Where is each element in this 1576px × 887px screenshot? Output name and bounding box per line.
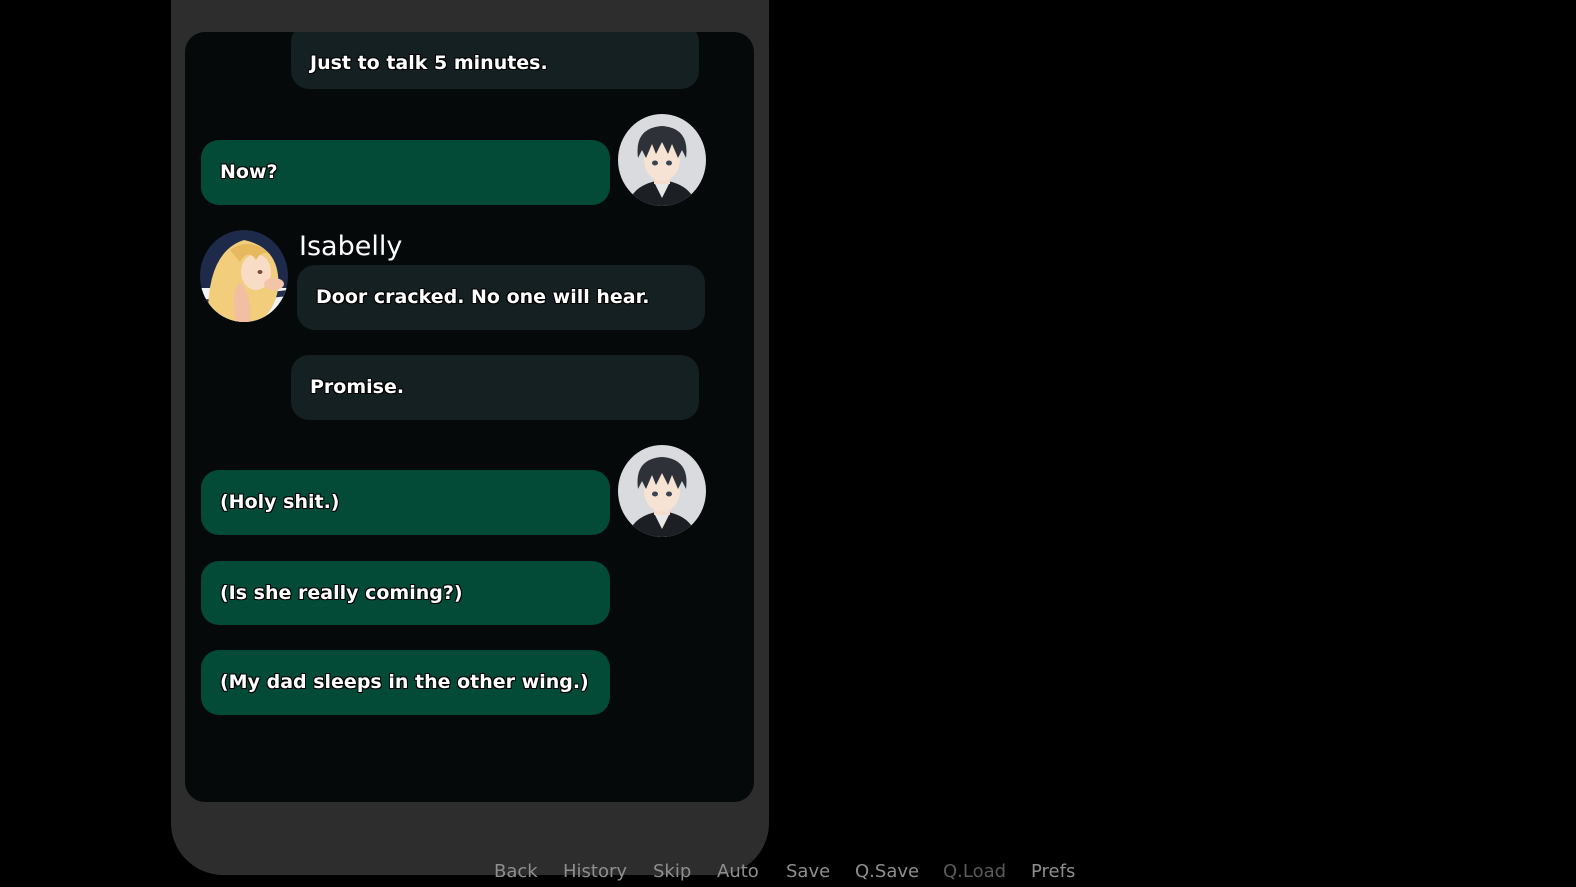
quick-menu: Back History Skip Auto Save Q.Save Q.Loa… (0, 858, 1576, 887)
quick-save-button[interactable]: Q.Save (855, 858, 919, 885)
message-bubble-outgoing: (Holy shit.) (201, 470, 610, 535)
isabelly-avatar-icon (200, 230, 288, 322)
prefs-button[interactable]: Prefs (1031, 858, 1075, 885)
message-bubble-outgoing: Now? (201, 140, 610, 205)
back-button[interactable]: Back (494, 858, 538, 885)
message-bubble-incoming: Promise. (291, 355, 699, 420)
skip-button[interactable]: Skip (653, 858, 691, 885)
sender-name: Isabelly (299, 231, 403, 262)
save-button[interactable]: Save (786, 858, 830, 885)
history-button[interactable]: History (563, 858, 627, 885)
quick-load-button[interactable]: Q.Load (943, 858, 1006, 885)
message-bubble-outgoing: (My dad sleeps in the other wing.) (201, 650, 610, 715)
chat-screen[interactable]: Just to talk 5 minutes. Now? Isabelly Do… (185, 32, 754, 802)
message-bubble-outgoing: (Is she really coming?) (201, 561, 610, 625)
player-avatar-icon (618, 114, 706, 206)
auto-button[interactable]: Auto (717, 858, 759, 885)
message-bubble-incoming: Just to talk 5 minutes. (291, 32, 699, 89)
player-avatar-icon (618, 445, 706, 537)
message-bubble-incoming: Door cracked. No one will hear. (297, 265, 705, 330)
